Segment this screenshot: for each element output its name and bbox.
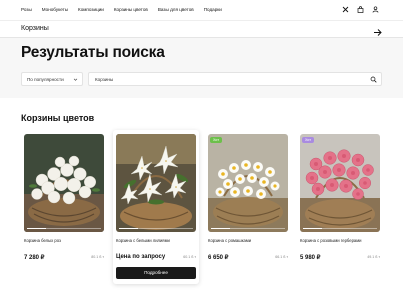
nav-item-monobouquets[interactable]: Монобукеты	[42, 7, 68, 13]
product-price: 6 650 ₽	[208, 255, 229, 261]
product-points: 80.1 б.т	[91, 255, 104, 259]
search-query-field[interactable]: Корзины	[88, 72, 382, 86]
product-card[interactable]: Корзина белых роз 7 280 ₽ 80.1 б.т	[21, 130, 107, 268]
product-card[interactable]: Хит Корзина с розовыми герберами 5 980 ₽…	[297, 130, 383, 268]
search-icon[interactable]	[370, 76, 377, 83]
nav-item-gifts[interactable]: Подарки	[204, 7, 222, 13]
top-navigation: Розы Монобукеты Композиции Корзины цвето…	[0, 0, 403, 20]
user-icon[interactable]	[372, 6, 379, 13]
product-points: 66.1 б.т	[275, 255, 288, 259]
header-search-bar: Корзины	[0, 20, 403, 38]
product-card-featured[interactable]: Корзина с белыми лилиями Цена по запросу…	[113, 130, 199, 284]
product-points: 60.1 б.т	[183, 255, 196, 259]
product-name[interactable]: Корзина с ромашками	[208, 238, 288, 243]
nav-item-baskets[interactable]: Корзины цветов	[114, 7, 148, 13]
product-price: Цена по запросу	[116, 254, 166, 260]
image-slider-progress	[211, 228, 285, 230]
details-button[interactable]: Подробнее	[116, 267, 196, 279]
search-query-value: Корзины	[95, 77, 114, 82]
sort-select[interactable]: По популярности	[21, 72, 83, 86]
product-card[interactable]: Хит Корзина с ромашками 6 650 ₽ 66.1 б.т	[205, 130, 291, 268]
hit-badge: Хит	[210, 137, 223, 143]
product-image[interactable]	[300, 134, 380, 232]
product-image[interactable]	[208, 134, 288, 232]
arrow-right-icon[interactable]	[373, 24, 382, 36]
section-title: Корзины цветов	[21, 113, 95, 123]
product-name[interactable]: Корзина с белыми лилиями	[116, 238, 196, 243]
product-image[interactable]	[24, 134, 104, 232]
chevron-down-icon	[73, 77, 78, 82]
page-title: Результаты поиска	[21, 44, 165, 61]
nav-item-vases[interactable]: Вазы для цветов	[158, 7, 194, 13]
image-slider-progress	[27, 228, 101, 230]
image-slider-progress	[303, 228, 377, 230]
header-actions	[342, 6, 379, 13]
product-image[interactable]	[116, 134, 196, 232]
close-icon[interactable]	[342, 6, 349, 13]
product-name[interactable]: Корзина белых роз	[24, 238, 104, 243]
product-name[interactable]: Корзина с розовыми герберами	[300, 238, 380, 243]
image-slider-progress	[119, 228, 193, 230]
main-menu: Розы Монобукеты Композиции Корзины цвето…	[21, 7, 222, 13]
nav-item-compositions[interactable]: Композиции	[78, 7, 104, 13]
product-points: 49.1 б.т	[367, 255, 380, 259]
product-price: 7 280 ₽	[24, 255, 45, 261]
product-price: 5 980 ₽	[300, 255, 321, 261]
nav-item-roses[interactable]: Розы	[21, 7, 32, 13]
header-search-input[interactable]: Корзины	[21, 25, 49, 32]
hit-badge: Хит	[302, 137, 315, 143]
bag-icon[interactable]	[357, 6, 364, 13]
sort-select-value: По популярности	[27, 77, 64, 82]
